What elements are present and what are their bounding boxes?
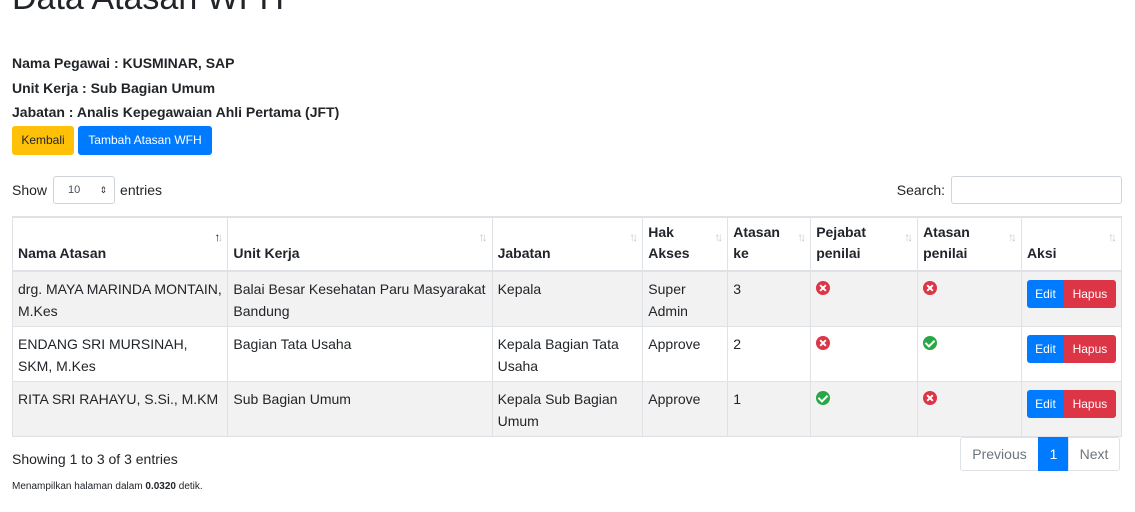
supervisor-table: Nama Atasan ↑↓ Unit Kerja ↑↓ Jabatan ↑↓ Hak…: [11, 216, 1123, 437]
employee-name: Nama Pegawai : KUSMINAR, SAP: [12, 55, 235, 71]
cell-atasan-penilai: [917, 326, 1022, 382]
entries-length-select[interactable]: 10 ⇕: [53, 176, 116, 204]
sort-icon: ↑↓: [1007, 230, 1017, 244]
search-label: Search:: [896, 182, 945, 198]
column-header-atasan-penilai[interactable]: Atasan penilai ↑↓: [917, 216, 1022, 272]
cell-hak-akses: Super Admin: [642, 270, 729, 327]
cell-unit-kerja: Bagian Tata Usaha: [227, 326, 493, 382]
add-supervisor-button[interactable]: Tambah Atasan WFH: [78, 126, 212, 155]
cell-nama-atasan: RITA SRI RAHAYU, S.Si., M.KM: [11, 381, 229, 437]
table-header-row: Nama Atasan ↑↓ Unit Kerja ↑↓ Jabatan ↑↓ Hak…: [11, 216, 1123, 272]
cell-atasan-penilai: [917, 381, 1022, 437]
entries-length-value: 10: [68, 184, 81, 196]
next-page-button[interactable]: Next: [1068, 437, 1120, 471]
entries-length-control: Show 10 ⇕ entries: [12, 176, 162, 204]
sort-icon: ↑↓: [714, 230, 723, 244]
table-row: RITA SRI RAHAYU, S.Si., M.KM Sub Bagian …: [11, 381, 1123, 437]
cell-unit-kerja: Sub Bagian Umum: [227, 381, 493, 437]
cell-pejabat-penilai: [810, 326, 919, 382]
page-title: Data Atasan WFH: [12, 0, 284, 18]
cell-hak-akses: Approve: [642, 381, 729, 437]
entries-label: entries: [120, 182, 163, 198]
column-header-nama-atasan[interactable]: Nama Atasan ↑↓: [11, 216, 229, 272]
edit-button[interactable]: Edit: [1026, 390, 1064, 418]
cell-aksi: Edit Hapus: [1020, 326, 1123, 382]
delete-button[interactable]: Hapus: [1063, 335, 1116, 363]
column-header-unit-kerja[interactable]: Unit Kerja ↑↓: [227, 216, 493, 272]
chevron-updown-icon: ⇕: [99, 185, 108, 195]
cell-atasan-ke: 2: [727, 326, 812, 382]
cell-unit-kerja: Balai Besar Kesehatan Paru Masyarakat Ba…: [227, 270, 493, 327]
sort-icon: ↑↓: [797, 230, 806, 244]
column-header-pejabat-penilai[interactable]: Pejabat penilai ↑↓: [810, 216, 919, 272]
delete-button[interactable]: Hapus: [1063, 390, 1116, 418]
check-circle-icon: [923, 336, 938, 350]
times-circle-icon: [923, 391, 938, 405]
cell-atasan-ke: 1: [727, 381, 812, 437]
cell-aksi: Edit Hapus: [1020, 270, 1123, 327]
sort-icon: ↑↓: [478, 230, 488, 244]
edit-button[interactable]: Edit: [1026, 335, 1064, 363]
show-label: Show: [12, 182, 48, 198]
previous-page-button[interactable]: Previous: [960, 437, 1039, 471]
pagination: Previous 1 Next: [960, 437, 1120, 471]
employee-position: Jabatan : Analis Kepegawaian Ahli Pertam…: [12, 104, 340, 120]
edit-button[interactable]: Edit: [1026, 280, 1064, 308]
times-circle-icon: [816, 281, 831, 295]
table-row: drg. MAYA MARINDA MONTAIN, M.Kes Balai B…: [11, 270, 1123, 327]
cell-aksi: Edit Hapus: [1020, 381, 1123, 437]
table-info: Showing 1 to 3 of 3 entries: [12, 451, 178, 467]
cell-hak-akses: Approve: [642, 326, 729, 382]
column-header-aksi[interactable]: Aksi ↑↓: [1020, 216, 1123, 272]
cell-jabatan: Kepala Bagian Tata Usaha: [491, 326, 644, 382]
cell-nama-atasan: drg. MAYA MARINDA MONTAIN, M.Kes: [11, 270, 229, 327]
search-input[interactable]: [951, 176, 1122, 204]
column-header-jabatan[interactable]: Jabatan ↑↓: [491, 216, 644, 272]
sort-icon: ↑↓: [629, 230, 638, 244]
delete-button[interactable]: Hapus: [1063, 280, 1116, 308]
page-1-button[interactable]: 1: [1038, 437, 1069, 471]
cell-atasan-ke: 3: [727, 270, 812, 327]
times-circle-icon: [923, 281, 938, 295]
runtime-value: 0.0320: [145, 481, 176, 492]
sort-icon: ↑↓: [1108, 230, 1117, 244]
times-circle-icon: [816, 336, 831, 350]
sort-asc-icon: ↑↓: [214, 230, 223, 244]
table-row: ENDANG SRI MURSINAH, SKM, M.Kes Bagian T…: [11, 326, 1123, 382]
cell-pejabat-penilai: [810, 381, 919, 437]
column-header-hak-akses[interactable]: Hak Akses ↑↓: [642, 216, 729, 272]
cell-jabatan: Kepala Sub Bagian Umum: [491, 381, 644, 437]
back-button[interactable]: Kembali: [12, 126, 74, 155]
search-control: Search:: [897, 176, 1122, 204]
cell-jabatan: Kepala: [491, 270, 644, 327]
cell-nama-atasan: ENDANG SRI MURSINAH, SKM, M.Kes: [11, 326, 229, 382]
page-runtime: Menampilkan halaman dalam 0.0320 detik.: [12, 481, 203, 492]
sort-icon: ↑↓: [904, 230, 913, 244]
employee-unit: Unit Kerja : Sub Bagian Umum: [12, 80, 216, 96]
check-circle-icon: [816, 391, 831, 405]
cell-pejabat-penilai: [810, 270, 919, 327]
cell-atasan-penilai: [917, 270, 1022, 327]
column-header-atasan-ke[interactable]: Atasan ke ↑↓: [727, 216, 812, 272]
